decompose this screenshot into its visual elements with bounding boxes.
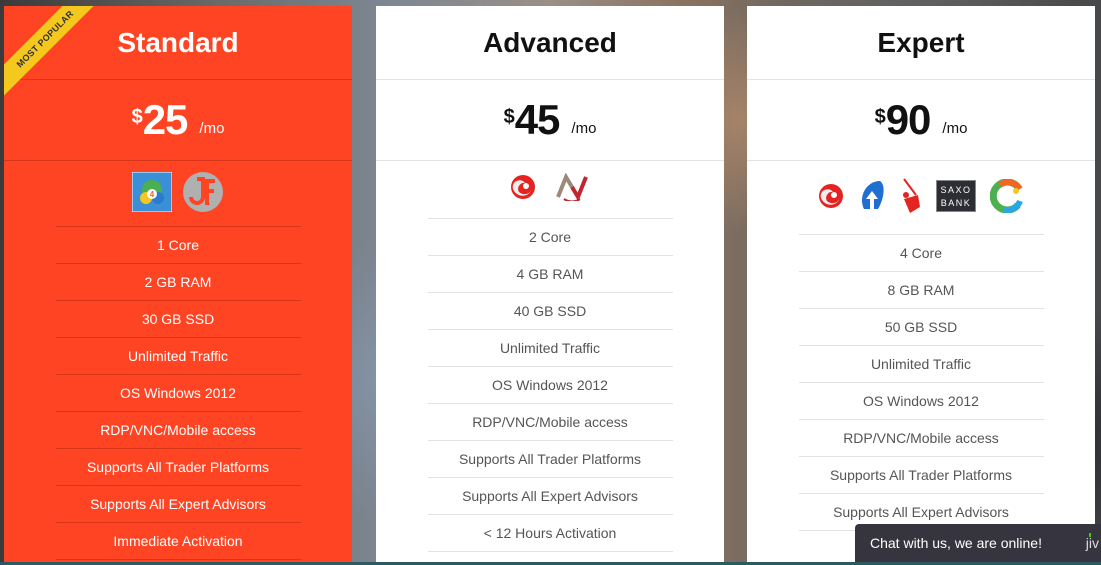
chat-label: Chat with us, we are online! bbox=[870, 535, 1042, 551]
jivochat-logo-leaf-icon bbox=[1089, 533, 1091, 537]
saxo-label-bottom: BANK bbox=[941, 198, 972, 208]
saxo-bank-icon: SAXO BANK bbox=[936, 180, 976, 217]
price-amount: 90 bbox=[885, 96, 932, 143]
feature-item: 2 GB RAM bbox=[55, 264, 301, 301]
arrow-up-platform-icon bbox=[858, 179, 886, 218]
feature-list: 2 Core 4 GB RAM 40 GB SSD Unlimited Traf… bbox=[427, 218, 673, 552]
feature-item: RDP/VNC/Mobile access bbox=[55, 412, 301, 449]
plan-price: $ 45 /mo bbox=[376, 80, 724, 161]
jforex-icon bbox=[182, 171, 224, 218]
ctrader-icon bbox=[510, 174, 536, 205]
metatrader4-icon: 4 bbox=[131, 171, 173, 217]
price-amount: 45 bbox=[514, 96, 561, 143]
feature-item: RDP/VNC/Mobile access bbox=[798, 420, 1044, 457]
feature-item: 40 GB SSD bbox=[427, 293, 673, 330]
price-amount: 25 bbox=[142, 96, 189, 143]
feature-item: 8 GB RAM bbox=[798, 272, 1044, 309]
feature-item: 2 Core bbox=[427, 219, 673, 256]
currency-symbol: $ bbox=[131, 106, 143, 128]
red-figure-platform-icon bbox=[900, 177, 922, 220]
price-period: /mo bbox=[942, 119, 968, 137]
svg-text:4: 4 bbox=[150, 190, 155, 199]
saxo-label-top: SAXO bbox=[940, 185, 971, 195]
feature-item: Supports All Expert Advisors bbox=[427, 478, 673, 515]
price-period: /mo bbox=[571, 119, 597, 137]
most-popular-ribbon: MOST POPULAR bbox=[4, 6, 104, 96]
feature-item: 30 GB SSD bbox=[55, 301, 301, 338]
currency-symbol: $ bbox=[874, 106, 886, 128]
feature-list: 1 Core 2 GB RAM 30 GB SSD Unlimited Traf… bbox=[55, 226, 301, 560]
feature-item: Supports All Expert Advisors bbox=[55, 486, 301, 523]
ninjatrader-icon bbox=[554, 172, 590, 206]
most-popular-label: MOST POPULAR bbox=[4, 6, 104, 96]
platform-icons: 4 bbox=[4, 161, 352, 226]
feature-item: Unlimited Traffic bbox=[55, 338, 301, 375]
feature-item: OS Windows 2012 bbox=[798, 383, 1044, 420]
feature-item: OS Windows 2012 bbox=[427, 367, 673, 404]
feature-item: Supports All Trader Platforms bbox=[427, 441, 673, 478]
multicolor-c-platform-icon bbox=[989, 178, 1024, 218]
feature-item: Immediate Activation bbox=[55, 523, 301, 560]
plan-title: Expert bbox=[747, 6, 1095, 80]
plan-card-expert: Expert $ 90 /mo SAXO BANK 4 Core 8 GB RA… bbox=[747, 6, 1095, 562]
feature-item: 50 GB SSD bbox=[798, 309, 1044, 346]
feature-item: RDP/VNC/Mobile access bbox=[427, 404, 673, 441]
live-chat-button[interactable]: Chat with us, we are online! jiv bbox=[855, 524, 1101, 562]
plan-card-standard: MOST POPULAR Standard $ 25 /mo 4 1 Core … bbox=[4, 6, 352, 562]
feature-item: 1 Core bbox=[55, 227, 301, 264]
feature-item: Unlimited Traffic bbox=[798, 346, 1044, 383]
feature-list: 4 Core 8 GB RAM 50 GB SSD Unlimited Traf… bbox=[798, 234, 1044, 562]
feature-item: Unlimited Traffic bbox=[427, 330, 673, 367]
plan-price: $ 90 /mo bbox=[747, 80, 1095, 161]
plan-card-advanced: Advanced $ 45 /mo 2 Core 4 GB RAM 40 GB … bbox=[376, 6, 724, 562]
jivochat-logo: jiv bbox=[1085, 535, 1099, 551]
feature-item: 4 GB RAM bbox=[427, 256, 673, 293]
platform-icons: SAXO BANK bbox=[747, 161, 1095, 234]
feature-item: < 12 Hours Activation bbox=[427, 515, 673, 552]
feature-item: 4 Core bbox=[798, 235, 1044, 272]
feature-item: Supports All Trader Platforms bbox=[55, 449, 301, 486]
ctrader-icon bbox=[818, 183, 844, 214]
platform-icons bbox=[376, 161, 724, 218]
plan-title: Advanced bbox=[376, 6, 724, 80]
currency-symbol: $ bbox=[503, 106, 515, 128]
feature-item: Supports All Trader Platforms bbox=[798, 457, 1044, 494]
feature-item: OS Windows 2012 bbox=[55, 375, 301, 412]
price-period: /mo bbox=[199, 119, 225, 137]
